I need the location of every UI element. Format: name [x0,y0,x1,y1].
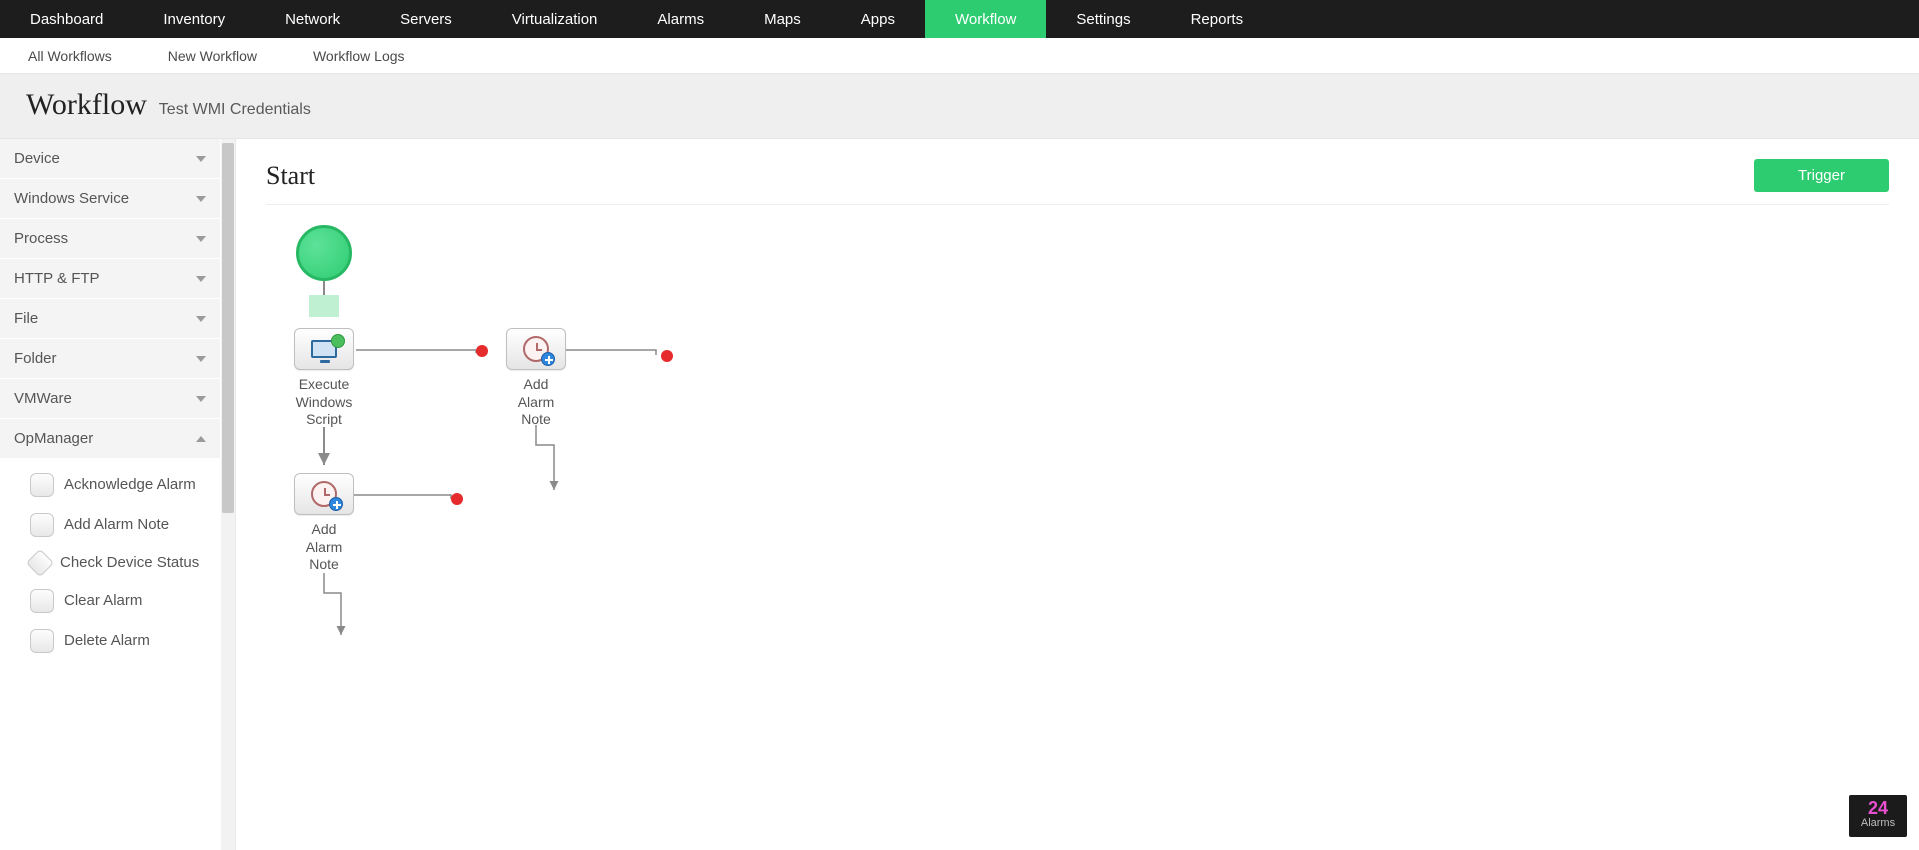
canvas-title: Start [266,161,315,191]
action-label: Add Alarm Note [64,516,169,534]
workflow-canvas-wrap: Start Trigger [236,139,1919,850]
action-icon [30,629,54,653]
alarms-count: 24 [1849,799,1907,817]
sidebar-section-opmanager-body: Acknowledge Alarm Add Alarm Note Check D… [0,459,220,667]
sidebar-section-vmware[interactable]: VMWare [0,379,220,419]
subnav-new-workflow[interactable]: New Workflow [140,48,285,64]
node-label: Execute Windows Script [294,376,354,429]
sidebar-section-label: Device [14,150,60,167]
subnav-all-workflows[interactable]: All Workflows [0,48,140,64]
nav-apps[interactable]: Apps [831,0,925,38]
title-bar: Workflow Test WMI Credentials [0,74,1919,139]
sidebar-scrollbar[interactable] [221,139,235,850]
chevron-down-icon [196,316,206,322]
sidebar-section-label: Windows Service [14,190,129,207]
nav-maps[interactable]: Maps [734,0,831,38]
subnav-workflow-logs[interactable]: Workflow Logs [285,48,433,64]
node-add-alarm-note-2[interactable]: Add Alarm Note [294,473,354,574]
sidebar-section-label: Process [14,230,68,247]
nav-alarms[interactable]: Alarms [627,0,734,38]
action-delete-alarm[interactable]: Delete Alarm [0,621,220,661]
node-execute-windows-script[interactable]: Execute Windows Script [294,328,354,429]
action-icon [30,473,54,497]
action-acknowledge-alarm[interactable]: Acknowledge Alarm [0,465,220,505]
action-icon [30,513,54,537]
action-label: Check Device Status [60,554,199,572]
node-label: Add Alarm Note [294,521,354,574]
node-add-alarm-note-1[interactable]: Add Alarm Note [506,328,566,429]
sidebar-section-opmanager[interactable]: OpManager [0,419,220,459]
nav-network[interactable]: Network [255,0,370,38]
sub-nav: All Workflows New Workflow Workflow Logs [0,38,1919,74]
connector-endpoint[interactable] [451,493,463,505]
chevron-up-icon [196,436,206,442]
sidebar-section-windows-service[interactable]: Windows Service [0,179,220,219]
page-subtitle: Test WMI Credentials [159,101,311,118]
chevron-down-icon [196,276,206,282]
nav-dashboard[interactable]: Dashboard [0,0,133,38]
alarms-badge[interactable]: 24 Alarms [1849,795,1907,837]
alarms-label: Alarms [1849,817,1907,829]
sidebar-section-label: HTTP & FTP [14,270,100,287]
workflow-canvas[interactable]: Execute Windows Script Add Alarm Note [266,215,1889,775]
page-title: Workflow [26,88,147,122]
connector-lines [266,215,1166,775]
chevron-down-icon [196,356,206,362]
connector-endpoint[interactable] [661,350,673,362]
action-label: Clear Alarm [64,592,142,610]
nav-workflow[interactable]: Workflow [925,0,1046,38]
chevron-down-icon [196,196,206,202]
nav-virtualization[interactable]: Virtualization [482,0,628,38]
drop-zone[interactable] [309,295,339,317]
run-badge-icon [331,334,345,348]
action-label: Acknowledge Alarm [64,476,196,494]
plus-badge-icon [541,352,555,366]
plus-badge-icon [329,497,343,511]
sidebar-section-device[interactable]: Device [0,139,220,179]
action-add-alarm-note[interactable]: Add Alarm Note [0,505,220,545]
trigger-button[interactable]: Trigger [1754,159,1889,192]
connector-endpoint[interactable] [476,345,488,357]
chevron-down-icon [196,396,206,402]
nav-settings[interactable]: Settings [1046,0,1160,38]
nav-inventory[interactable]: Inventory [133,0,255,38]
action-icon [30,589,54,613]
start-node[interactable] [296,225,352,281]
node-label: Add Alarm Note [506,376,566,429]
sidebar-section-label: OpManager [14,430,93,447]
action-icon [26,549,54,577]
nav-reports[interactable]: Reports [1161,0,1274,38]
sidebar-section-file[interactable]: File [0,299,220,339]
sidebar-section-label: VMWare [14,390,72,407]
action-check-device-status[interactable]: Check Device Status [0,545,220,581]
sidebar-section-folder[interactable]: Folder [0,339,220,379]
action-label: Delete Alarm [64,632,150,650]
sidebar-section-label: Folder [14,350,57,367]
sidebar-section-process[interactable]: Process [0,219,220,259]
nav-servers[interactable]: Servers [370,0,482,38]
action-clear-alarm[interactable]: Clear Alarm [0,581,220,621]
top-nav: Dashboard Inventory Network Servers Virt… [0,0,1919,38]
chevron-down-icon [196,236,206,242]
chevron-down-icon [196,156,206,162]
sidebar-scrollbar-thumb[interactable] [222,143,234,513]
sidebar-section-http-ftp[interactable]: HTTP & FTP [0,259,220,299]
sidebar-section-label: File [14,310,38,327]
sidebar: Device Windows Service Process HTTP & FT… [0,139,236,850]
